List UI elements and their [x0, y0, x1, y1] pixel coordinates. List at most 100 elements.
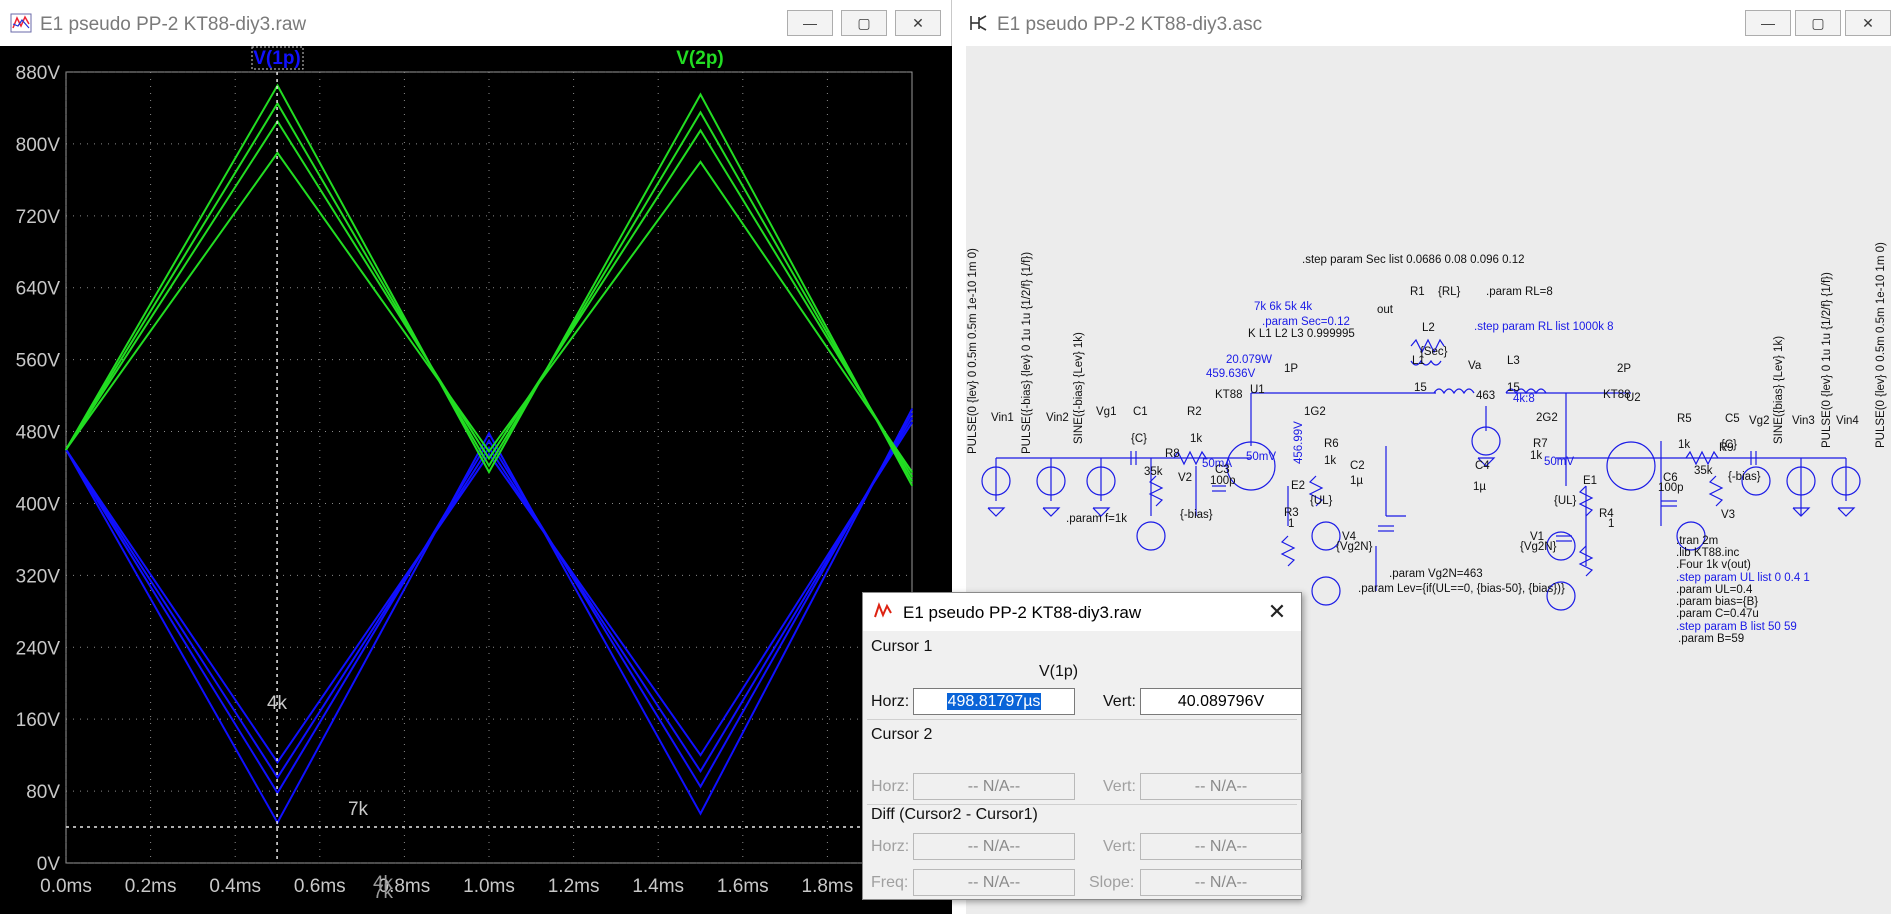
maximize-icon[interactable]: ▢ — [1795, 10, 1841, 36]
schematic-text-vin1-src: PULSE(0 {lev} 0 0.5m 0.5m 1e-10 1m 0) — [967, 248, 979, 454]
schematic-text-r1: R1 — [1410, 286, 1425, 298]
trace-line — [65, 151, 913, 473]
trace-line — [65, 101, 913, 482]
schematic-text-c3v: 100p — [1210, 475, 1236, 487]
waveform-titlebar[interactable]: E1 pseudo PP-2 KT88-diy3.raw — ▢ ✕ — [0, 0, 951, 46]
trace-label-v1p: V(1p) — [253, 48, 301, 69]
y-tick-label: 0V — [37, 854, 61, 875]
cursor-dialog[interactable]: E1 pseudo PP-2 KT88-diy3.raw ✕ Cursor 1 … — [862, 592, 1302, 900]
vert-label: Vert: — [1103, 693, 1136, 710]
schematic-window-title: E1 pseudo PP-2 KT88-diy3.asc — [997, 14, 1263, 35]
cursor2-vert-field[interactable]: -- N/A-- — [1140, 773, 1302, 800]
maximize-icon[interactable]: ▢ — [841, 10, 887, 36]
diff-horz-field[interactable]: -- N/A-- — [913, 833, 1075, 860]
schematic-app-icon — [970, 15, 987, 31]
waveform-plot[interactable]: 0V 80V 160V 240V 320V 400V 480V 560V 640V 720V 800… — [0, 46, 952, 914]
schematic-text-c4: C4 — [1475, 460, 1490, 472]
schematic-text-n2p: 2P — [1617, 363, 1631, 375]
y-tick-label: 720V — [16, 207, 61, 228]
schematic-text-vin1: Vin1 — [991, 412, 1014, 424]
trace-point — [488, 471, 490, 473]
schematic-text-u1: U1 — [1250, 384, 1265, 396]
schematic-text-param-b: .param B=59 — [1678, 633, 1744, 645]
schematic-text-r4v: 1 — [1608, 518, 1614, 530]
schematic-text-ul2: {UL} — [1554, 495, 1577, 507]
schematic-text-c1v: {C} — [1131, 433, 1147, 445]
schematic-text-v1p: 459.636V — [1206, 368, 1256, 380]
schematic-text-n1g2: 1G2 — [1304, 406, 1326, 418]
trace-point — [488, 446, 490, 449]
trace-point — [911, 408, 913, 410]
y-tick-label: 560V — [16, 351, 61, 372]
schematic-text-mv50b: 50mV — [1544, 456, 1574, 468]
schematic-text-power: 20.079W — [1226, 354, 1272, 366]
schematic-text-out: out — [1377, 304, 1394, 316]
minimize-icon[interactable]: — — [787, 10, 833, 36]
schematic-text-vg1: Vg1 — [1096, 406, 1116, 418]
cursor1-horz-field[interactable]: 498.81797µs — [913, 688, 1075, 715]
schematic-text-r5: R5 — [1677, 413, 1692, 425]
schematic-text-param-lev: .param Lev={if(UL==0, {bias-50}, {bias})… — [1358, 583, 1565, 595]
waveform-plot-svg[interactable]: 0V 80V 160V 240V 320V 400V 480V 560V 640V 720V 800… — [0, 46, 952, 914]
diff-slope-field[interactable]: -- N/A-- — [1140, 869, 1302, 896]
cursor-dialog-title: E1 pseudo PP-2 KT88-diy3.raw — [903, 603, 1142, 622]
trace-point — [699, 129, 702, 132]
schematic-text-vg2n1: {Vg2N} — [1336, 541, 1373, 553]
schematic-text-vg2-src: SINE({bias} {Lev} 1k) — [1773, 336, 1785, 444]
trace-point — [699, 93, 702, 96]
trace-point — [699, 754, 702, 756]
waveform-window[interactable]: E1 pseudo PP-2 KT88-diy3.raw — ▢ ✕ 0V 80V… — [0, 0, 952, 914]
diff-vert-field[interactable]: -- N/A-- — [1140, 833, 1302, 860]
horz-label: Horz: — [871, 778, 910, 795]
schematic-text-u2: U2 — [1626, 392, 1641, 404]
schematic-text-r7v: 1k — [1530, 450, 1542, 462]
x-tick-label: 1.4ms — [632, 876, 684, 897]
cursor2-horz-field[interactable]: -- N/A-- — [913, 773, 1075, 800]
schematic-text-n15a: 15 — [1414, 382, 1427, 394]
schematic-text-vg1-src: SINE({-bias} {Lev} 1k) — [1073, 332, 1085, 444]
schematic-text-vin2: Vin2 — [1046, 412, 1069, 424]
y-tick-label: 320V — [16, 566, 61, 587]
trace-point — [911, 412, 913, 415]
x-tick-label: 1.8ms — [802, 876, 854, 897]
schematic-text-param-sec: .param Sec=0.12 — [1262, 316, 1350, 328]
x-tick-label: 0.6ms — [294, 876, 346, 897]
close-icon[interactable]: ✕ — [1263, 598, 1291, 626]
close-icon[interactable]: ✕ — [1845, 10, 1891, 36]
schematic-text-step-rl: .step param RL list 1000k 8 — [1474, 321, 1614, 333]
waveform-app-icon — [10, 13, 32, 33]
cursor-dialog-titlebar[interactable]: E1 pseudo PP-2 KT88-diy3.raw ✕ — [863, 593, 1301, 631]
schematic-text-g2v: 456.99V — [1293, 421, 1305, 464]
trace-point — [276, 152, 279, 154]
close-icon[interactable]: ✕ — [895, 10, 941, 36]
schematic-text-pbias: {-bias} — [1728, 471, 1761, 483]
schematic-text-vin3: Vin3 — [1792, 415, 1815, 427]
schematic-text-r2v: 1k — [1190, 433, 1202, 445]
y-tick-label: 160V — [16, 710, 61, 731]
cursor1-vert-field[interactable]: 40.089796V — [1140, 688, 1302, 715]
schematic-text-four: .Four 1k v(out) — [1676, 559, 1751, 571]
separator — [867, 804, 1297, 805]
x-tick-label: 0.0ms — [40, 876, 92, 897]
schematic-text-param-rl: .param RL=8 — [1486, 286, 1553, 298]
schematic-text-n1p: 1P — [1284, 363, 1298, 375]
trace-point — [488, 432, 490, 435]
schematic-texts: PULSE(0 {lev} 0 0.5m 0.5m 1e-10 1m 0) PUL… — [967, 242, 1887, 645]
schematic-titlebar[interactable]: E1 pseudo PP-2 KT88-diy3.asc — ▢ ✕ — [957, 0, 1891, 46]
schematic-text-ul1: {UL} — [1310, 495, 1333, 507]
schematic-text-vin2-src: PULSE({-bias} {lev} 0 1u 1u {1/2/f} {1/f… — [1021, 252, 1033, 454]
y-tick-label: 240V — [16, 638, 61, 659]
minimize-icon[interactable]: — — [1745, 10, 1791, 36]
schematic-text-r8v: 35k — [1144, 466, 1163, 478]
diff-freq-field[interactable]: -- N/A-- — [913, 869, 1075, 896]
vert-label: Vert: — [1103, 778, 1136, 795]
trace-point — [911, 475, 913, 478]
schematic-text-c5: C5 — [1725, 413, 1740, 425]
slope-label: Slope: — [1089, 874, 1135, 891]
x-tick-label: 0.2ms — [125, 876, 177, 897]
schematic-text-n463: 463 — [1476, 390, 1495, 402]
schematic-text-va: Va — [1468, 360, 1482, 372]
schematic-text-param-vg2n: .param Vg2N=463 — [1389, 568, 1483, 580]
ltspice-icon — [873, 602, 893, 620]
cursor1-trace: V(1p) — [1039, 663, 1079, 680]
